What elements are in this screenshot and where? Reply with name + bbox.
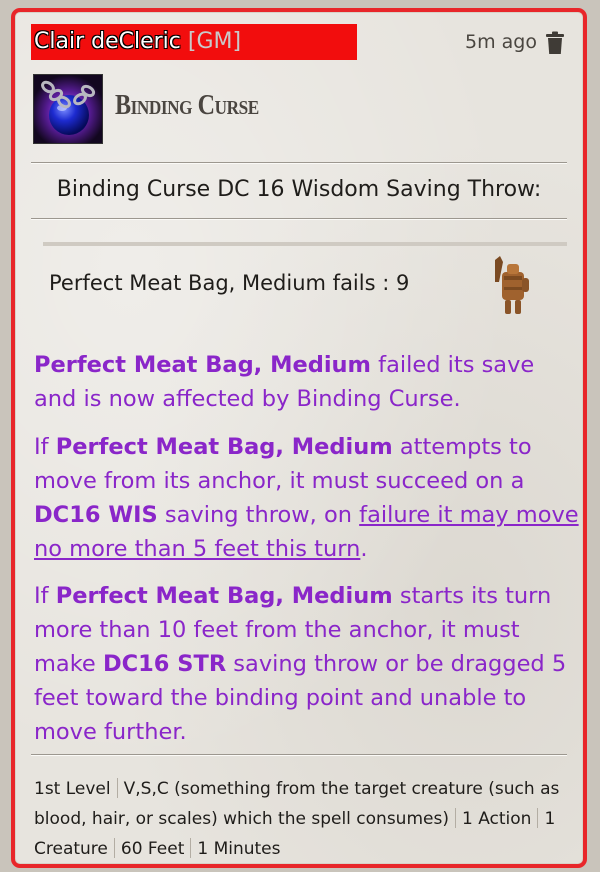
separator (537, 808, 539, 828)
save-result-row: Perfect Meat Bag, Medium fails : 9 (49, 256, 549, 314)
result-outcome: fails (332, 271, 376, 295)
effect-paragraph: If Perfect Meat Bag, Medium attempts to … (34, 430, 579, 566)
divider (31, 754, 567, 756)
message-header: Clair deCleric [GM] 5m ago (31, 24, 567, 60)
effect-target: Perfect Meat Bag, Medium (55, 583, 393, 609)
effect-dc: DC16 STR (102, 651, 227, 677)
effect-target: Perfect Meat Bag, Medium (55, 434, 393, 460)
save-result-text: Perfect Meat Bag, Medium fails : 9 (49, 271, 410, 295)
effect-paragraph: If Perfect Meat Bag, Medium starts its t… (34, 579, 579, 749)
effect-lead: If (34, 583, 56, 609)
speaker-label: Clair deCleric (34, 29, 181, 54)
separator (190, 838, 192, 858)
divider (31, 162, 567, 164)
result-divider (43, 242, 567, 246)
result-target: Perfect Meat Bag, Medium (49, 271, 326, 295)
separator (116, 778, 118, 798)
trash-icon[interactable] (545, 31, 565, 55)
separator (113, 838, 115, 858)
chat-message-card: Clair deCleric [GM] 5m ago Binding Curse… (11, 8, 587, 868)
saving-throw-title: Binding Curse DC 16 Wisdom Saving Throw: (56, 177, 542, 202)
message-timestamp: 5m ago (465, 31, 537, 53)
chained-orb-icon[interactable] (33, 74, 103, 144)
effect-dc: DC16 WIS (34, 502, 158, 528)
effect-end: . (360, 536, 368, 562)
speaker-name[interactable]: Clair deCleric [GM] (31, 24, 357, 60)
spell-title-row: Binding Curse (31, 74, 567, 146)
wooden-dummy-token-icon[interactable] (481, 254, 537, 316)
effect-paragraph: Perfect Meat Bag, Medium failed its save… (34, 348, 579, 416)
effect-lead: If (34, 434, 56, 460)
effect-target: Perfect Meat Bag, Medium (34, 352, 371, 378)
spell-casting-time: 1 Action (461, 809, 532, 829)
spell-properties: 1st Level V,S,C (something from the targe… (34, 774, 569, 864)
effect-text: saving throw, on (157, 502, 360, 528)
gm-tag: [GM] (187, 29, 242, 54)
spell-level: 1st Level (34, 779, 111, 799)
result-value: 9 (395, 271, 410, 295)
spell-name[interactable]: Binding Curse (115, 90, 259, 122)
divider (31, 218, 567, 220)
spell-range: 60 Feet (120, 839, 185, 859)
spell-duration: 1 Minutes (197, 839, 281, 859)
separator (454, 808, 456, 828)
